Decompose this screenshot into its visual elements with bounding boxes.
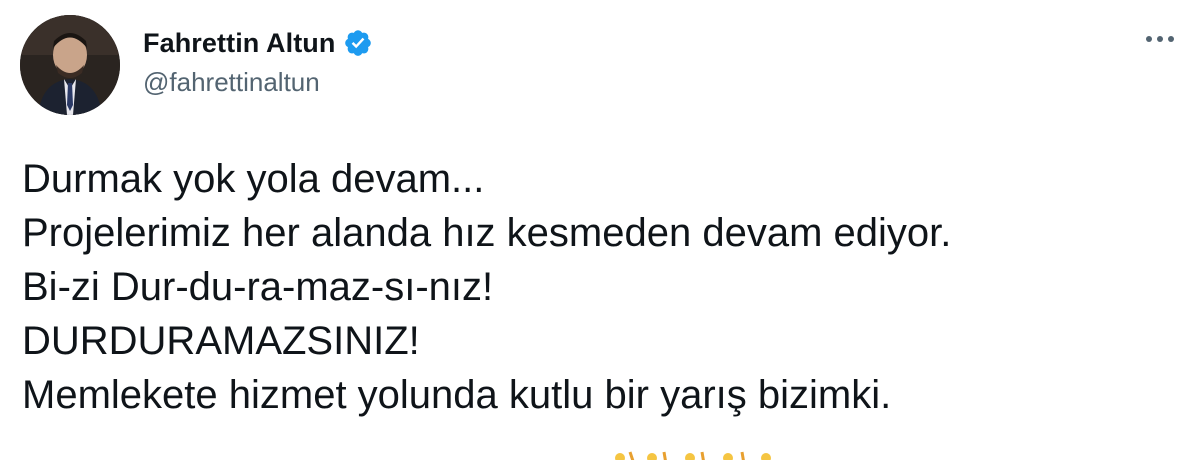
tweet-card: Fahrettin Altun @fahrettinaltun Durmak y… xyxy=(0,0,1200,460)
more-horizontal-icon xyxy=(1146,36,1174,42)
name-row: Fahrettin Altun xyxy=(143,25,373,61)
profile-photo-icon xyxy=(20,15,120,115)
author-handle[interactable]: @fahrettinaltun xyxy=(143,67,373,98)
tweet-line: Durmak yok yola devam... xyxy=(22,157,485,201)
author-display-name[interactable]: Fahrettin Altun xyxy=(143,28,335,59)
more-options-button[interactable] xyxy=(1140,24,1180,54)
avatar[interactable] xyxy=(20,15,120,115)
tweet-line: Memlekete hizmet yolunda kutlu bir yarış… xyxy=(22,373,892,417)
tweet-line: Projelerimiz her alanda hız kesmeden dev… xyxy=(22,211,952,255)
tweet-line: Bi-zi Dur-du-ra-maz-sı-nız! xyxy=(22,265,494,309)
cropped-emoji-icons xyxy=(615,451,771,460)
verified-badge-icon xyxy=(343,28,373,58)
tweet-text: Durmak yok yola devam... Projelerimiz he… xyxy=(22,152,951,422)
author-header: Fahrettin Altun @fahrettinaltun xyxy=(143,25,373,98)
tweet-line: DURDURAMAZSINIZ! xyxy=(22,319,420,363)
emoji-row xyxy=(606,446,786,460)
